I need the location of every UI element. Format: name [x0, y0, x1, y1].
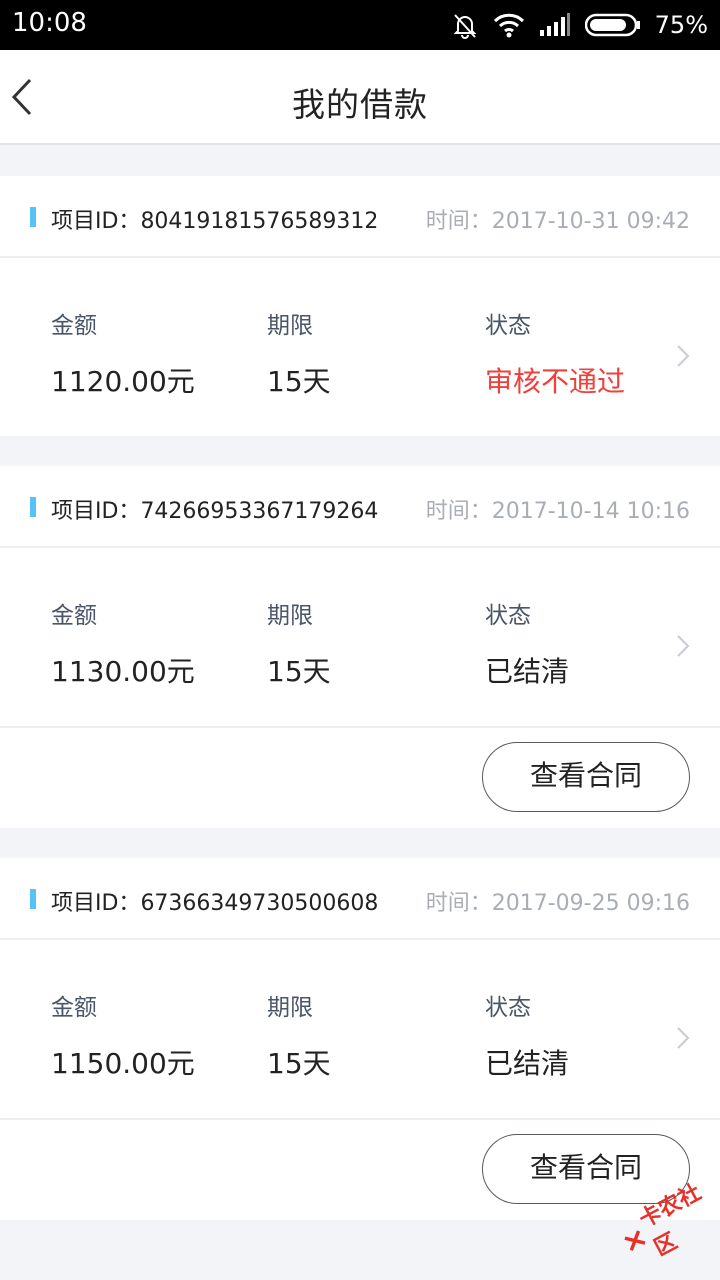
loan-time: 时间：2017-10-14 10:16 [426, 493, 690, 525]
loan-card-footer: 查看合同 [0, 1118, 720, 1220]
status-value: 已结清 [485, 655, 570, 688]
loan-details-row[interactable]: 金额 1150.00元 期限 15天 状态 已结清 [0, 940, 720, 1118]
amount-column: 金额 1130.00元 [51, 596, 195, 690]
nav-bar: 我的借款 [0, 50, 720, 145]
accent-bar [30, 497, 36, 517]
status-label: 状态 [485, 313, 531, 339]
loan-card-header: 项目ID：67366349730500608 时间：2017-09-25 09:… [0, 858, 720, 940]
status-value: 审核不通过 [485, 365, 626, 398]
loan-details-row[interactable]: 金额 1130.00元 期限 15天 状态 已结清 [0, 548, 720, 726]
amount-column: 金额 1150.00元 [51, 988, 195, 1082]
status-label: 状态 [485, 603, 531, 629]
loan-id-value: 74266953367179264 [140, 499, 379, 524]
loan-id: 项目ID：80419181576589312 [51, 203, 378, 235]
term-label: 期限 [267, 603, 313, 629]
amount-column: 金额 1120.00元 [51, 306, 195, 400]
loan-id: 项目ID：67366349730500608 [51, 885, 378, 917]
loan-card: 项目ID：74266953367179264 时间：2017-10-14 10:… [0, 466, 720, 828]
loan-time: 时间：2017-10-31 09:42 [426, 203, 690, 235]
amount-label: 金额 [51, 313, 97, 339]
battery-percent: 75% [654, 11, 708, 39]
loan-card-header: 项目ID：74266953367179264 时间：2017-10-14 10:… [0, 466, 720, 548]
loan-time: 时间：2017-09-25 09:16 [426, 885, 690, 917]
term-label: 期限 [267, 995, 313, 1021]
loan-card: 项目ID：80419181576589312 时间：2017-10-31 09:… [0, 176, 720, 436]
accent-bar [30, 207, 36, 227]
status-value: 已结清 [485, 1047, 570, 1080]
loan-card: 项目ID：67366349730500608 时间：2017-09-25 09:… [0, 858, 720, 1220]
accent-bar [30, 889, 36, 909]
loan-card-header: 项目ID：80419181576589312 时间：2017-10-31 09:… [0, 176, 720, 258]
battery-icon [584, 13, 640, 37]
loan-id-label: 项目ID： [51, 891, 141, 916]
loan-time-value: 2017-09-25 09:16 [491, 891, 690, 916]
view-contract-button[interactable]: 查看合同 [482, 742, 690, 812]
term-value: 15天 [267, 655, 331, 688]
term-column: 期限 15天 [267, 988, 331, 1082]
amount-label: 金额 [51, 603, 97, 629]
status-time: 10:08 [12, 8, 87, 38]
term-value: 15天 [267, 365, 331, 398]
loan-id-value: 67366349730500608 [140, 891, 379, 916]
chevron-right-icon [677, 1027, 690, 1049]
amount-value: 1130.00元 [51, 655, 195, 688]
chevron-right-icon [677, 345, 690, 367]
loan-time-label: 时间： [425, 891, 492, 916]
signal-icon [539, 13, 570, 36]
loan-time-value: 2017-10-14 10:16 [491, 499, 690, 524]
loan-id-label: 项目ID： [51, 499, 141, 524]
amount-value: 1120.00元 [51, 365, 195, 398]
term-label: 期限 [267, 313, 313, 339]
term-column: 期限 15天 [267, 596, 331, 690]
loan-list: 项目ID：80419181576589312 时间：2017-10-31 09:… [0, 176, 720, 1250]
bell-off-icon [453, 14, 477, 39]
loan-card-footer: 查看合同 [0, 726, 720, 828]
status-label: 状态 [485, 995, 531, 1021]
loan-details-row[interactable]: 金额 1120.00元 期限 15天 状态 审核不通过 [0, 258, 720, 436]
loan-id-value: 80419181576589312 [140, 209, 379, 234]
chevron-right-icon [677, 635, 690, 657]
status-column: 状态 审核不通过 [485, 306, 625, 400]
amount-value: 1150.00元 [51, 1047, 195, 1080]
loan-time-label: 时间： [425, 209, 492, 234]
term-value: 15天 [267, 1047, 331, 1080]
loan-time-label: 时间： [425, 499, 492, 524]
page-title: 我的借款 [292, 85, 428, 124]
status-column: 状态 已结清 [485, 988, 569, 1082]
loan-id: 项目ID：74266953367179264 [51, 493, 378, 525]
loan-time-value: 2017-10-31 09:42 [491, 209, 690, 234]
loan-id-label: 项目ID： [51, 209, 141, 234]
wifi-icon [493, 13, 524, 38]
term-column: 期限 15天 [267, 306, 331, 400]
status-column: 状态 已结清 [485, 596, 569, 690]
status-bar: 10:08 75% [0, 0, 720, 50]
amount-label: 金额 [51, 995, 97, 1021]
status-icons: 75% [451, 8, 708, 42]
